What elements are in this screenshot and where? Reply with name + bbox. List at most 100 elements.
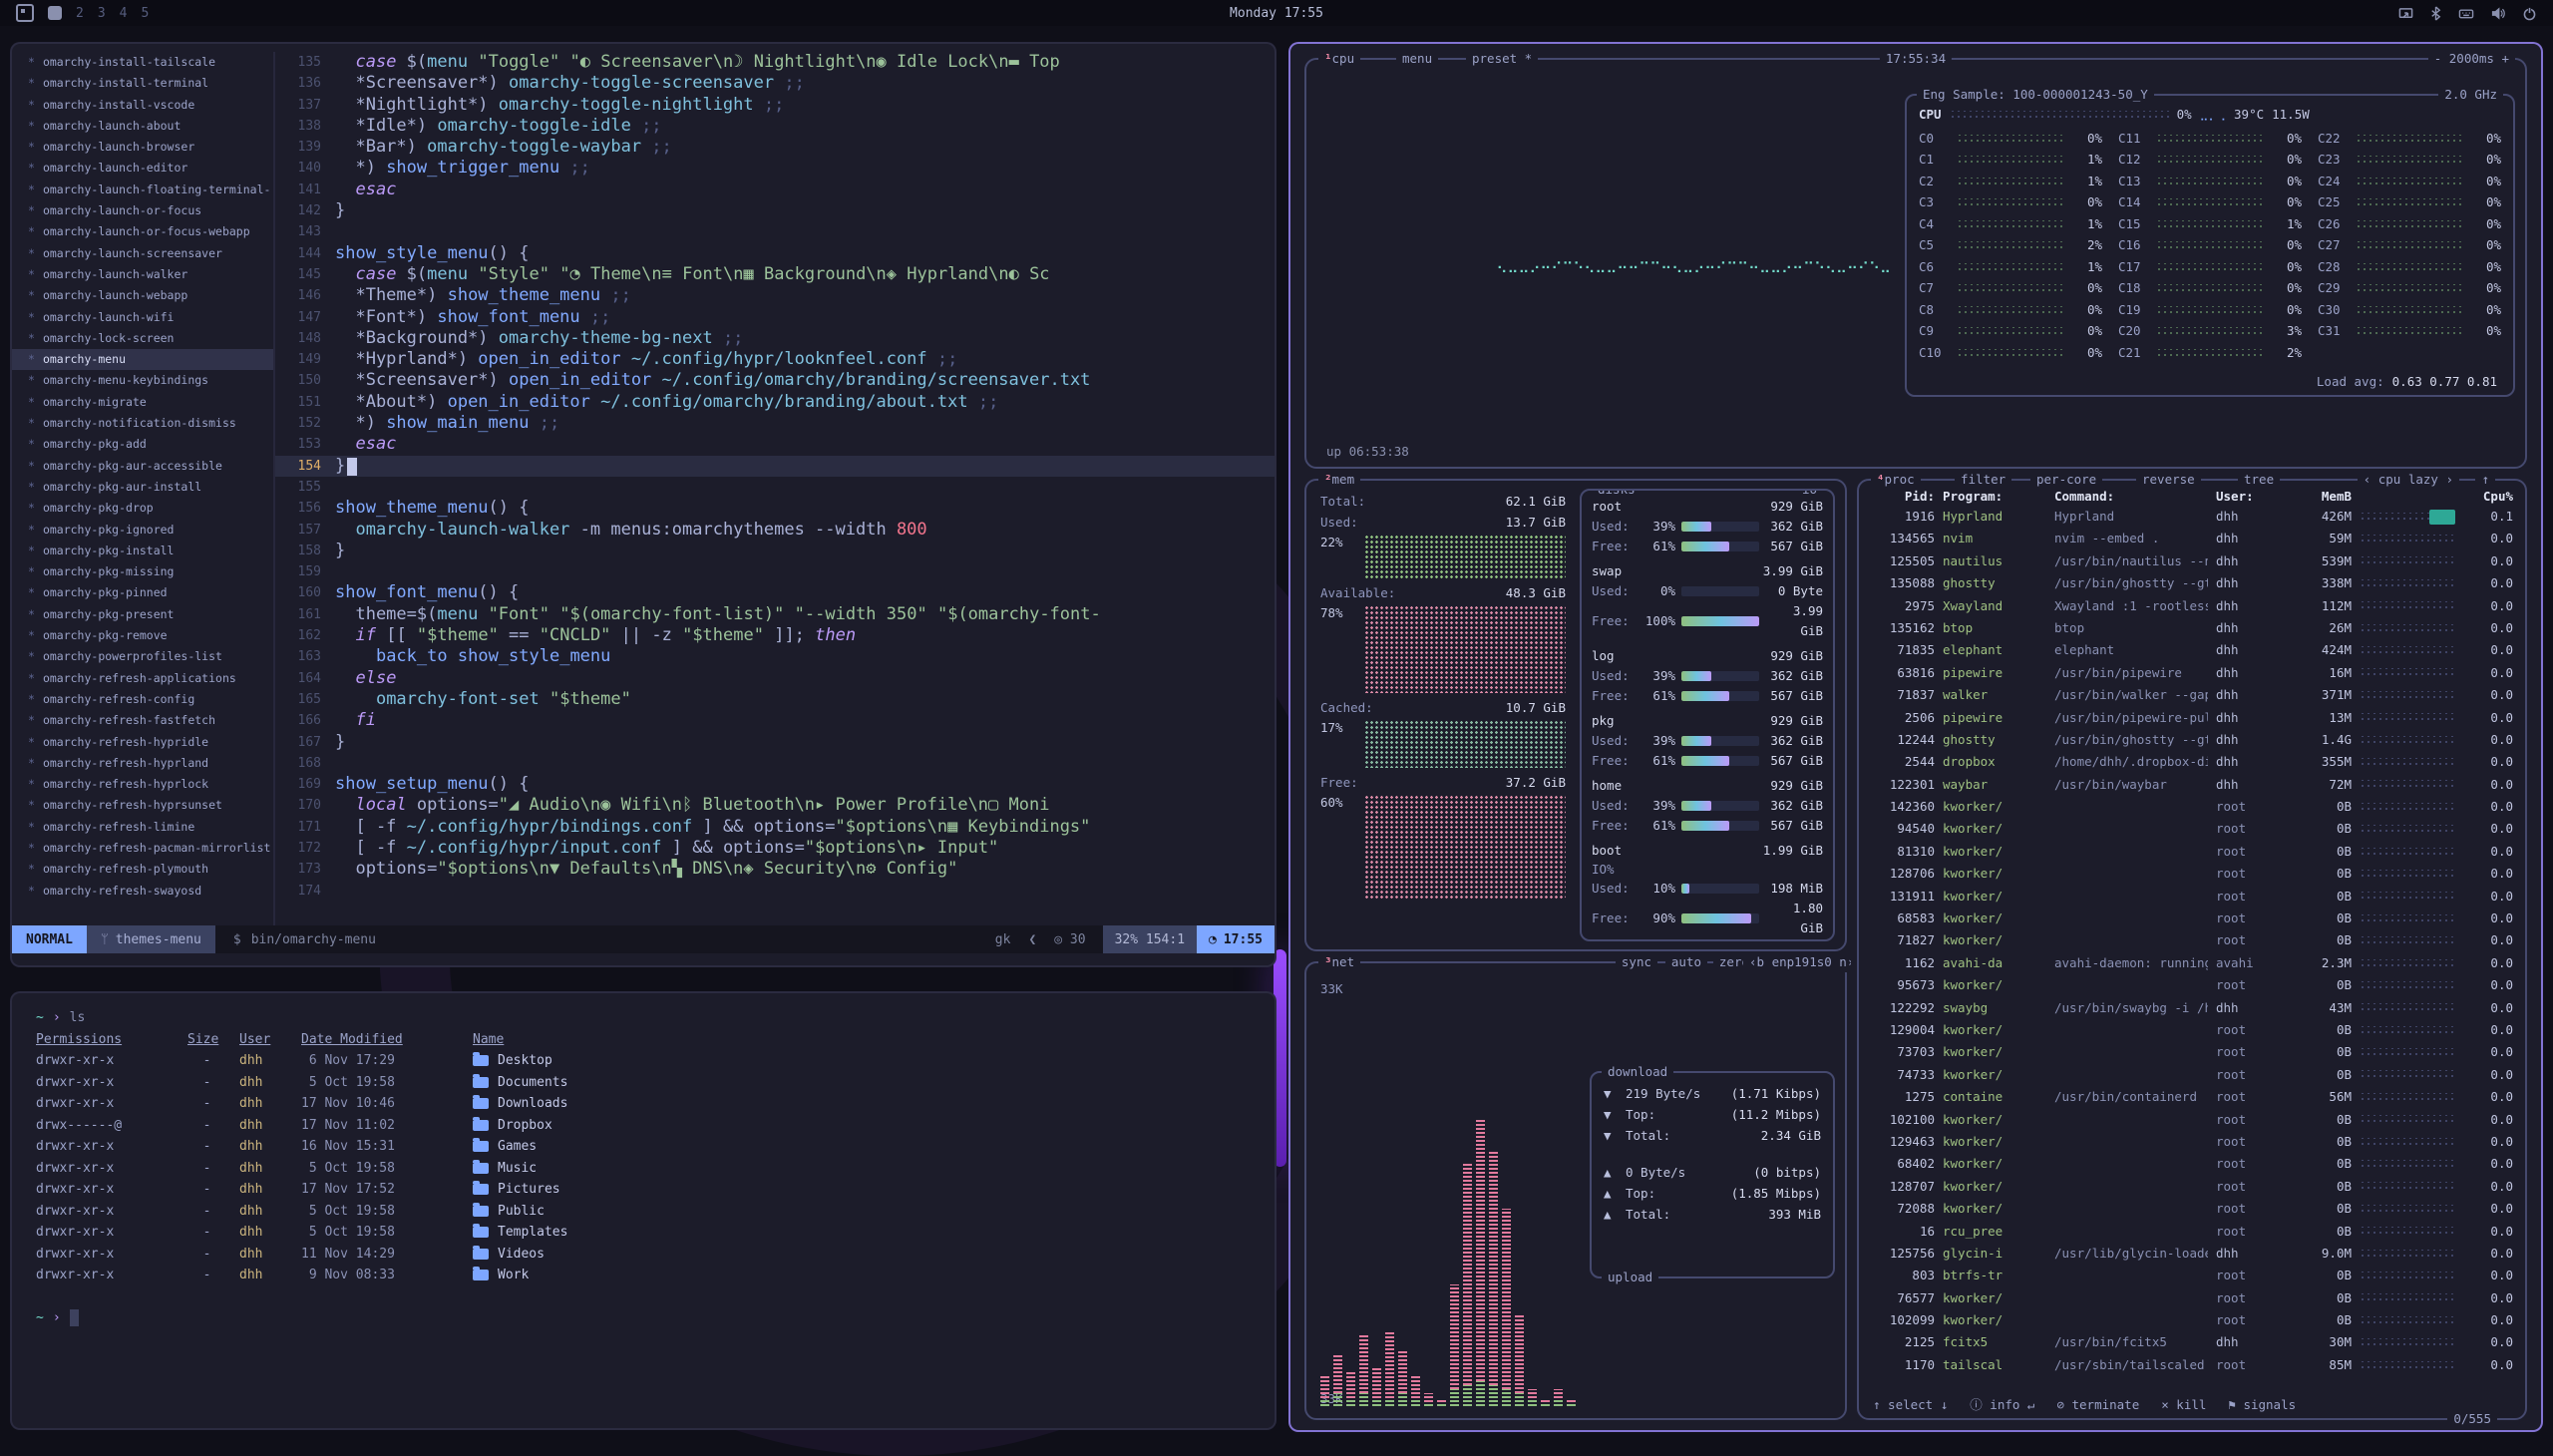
process-row[interactable]: 128707kworker/root0B0.0 (1871, 1176, 2513, 1198)
scroll-up-icon[interactable]: ↑ (2475, 470, 2495, 490)
process-row[interactable]: 1275containe/usr/bin/containerdroot56M0.… (1871, 1086, 2513, 1108)
clock-date[interactable]: Monday 17:55 (1230, 6, 1323, 21)
process-row[interactable]: 63816pipewire/usr/bin/pipewiredhh16M0.0 (1871, 662, 2513, 684)
file-list-item[interactable]: *omarchy-launch-or-focus-webapp (12, 221, 273, 242)
file-list-item[interactable]: *omarchy-pkg-pinned (12, 582, 273, 603)
net-sync-toggle[interactable]: sync (1616, 952, 1657, 972)
process-row[interactable]: 76577kworker/root0B0.0 (1871, 1287, 2513, 1309)
keyboard-icon[interactable] (2458, 6, 2474, 21)
process-row[interactable]: 81310kworker/root0B0.0 (1871, 841, 2513, 863)
filter-button[interactable]: filter (1955, 470, 2011, 490)
file-list-item[interactable]: *omarchy-launch-about (12, 116, 273, 137)
process-row[interactable]: 16rcu_preeroot0B0.0 (1871, 1221, 2513, 1243)
volume-icon[interactable] (2490, 6, 2506, 21)
workspace-2[interactable]: 2 (76, 6, 84, 21)
file-list-item[interactable]: *omarchy-launch-walker (12, 264, 273, 285)
file-list-item[interactable]: *omarchy-install-terminal (12, 73, 273, 94)
process-row[interactable]: 135088ghostty/usr/bin/ghostty --gtk-dhh3… (1871, 572, 2513, 594)
process-row[interactable]: 94540kworker/root0B0.0 (1871, 818, 2513, 840)
file-list-item[interactable]: *omarchy-menu-keybindings (12, 370, 273, 391)
file-list-item[interactable]: *omarchy-refresh-hyprland (12, 753, 273, 774)
code-editor-pane[interactable]: 135 case $(menu "Toggle" "◐ Screensaver\… (275, 52, 1275, 925)
file-list-item[interactable]: *omarchy-pkg-aur-accessible (12, 456, 273, 477)
process-row[interactable]: 12244ghostty/usr/bin/ghostty --gtk-dhh1.… (1871, 729, 2513, 751)
file-list-item[interactable]: *omarchy-powerprofiles-list (12, 646, 273, 667)
bluetooth-icon[interactable] (2429, 6, 2442, 21)
file-list-item[interactable]: *omarchy-refresh-hyprlock (12, 774, 273, 795)
kill-hint[interactable]: × kill (2161, 1394, 2206, 1416)
signals-hint[interactable]: ⚑ signals (2228, 1394, 2296, 1416)
file-list-item[interactable]: *omarchy-install-tailscale (12, 52, 273, 73)
file-list-item[interactable]: *omarchy-refresh-hypridle (12, 732, 273, 753)
process-row[interactable]: 134565nvimnvim --embed .dhh59M0.0 (1871, 528, 2513, 549)
file-explorer-pane[interactable]: *omarchy-install-tailscale*omarchy-insta… (12, 52, 273, 925)
file-list-item[interactable]: *omarchy-launch-screensaver (12, 243, 273, 264)
process-row[interactable]: 102099kworker/root0B0.0 (1871, 1309, 2513, 1331)
file-list-item[interactable]: *omarchy-pkg-install (12, 541, 273, 561)
file-list-item[interactable]: *omarchy-pkg-present (12, 604, 273, 625)
preset-button[interactable]: preset * (1466, 49, 1538, 69)
process-row[interactable]: 2506pipewire/usr/bin/pipewire-pulsedhh13… (1871, 707, 2513, 729)
mem-panel-title[interactable]: ²mem (1318, 470, 1360, 490)
file-list-item[interactable]: *omarchy-pkg-missing (12, 561, 273, 582)
file-list-item[interactable]: *omarchy-launch-webapp (12, 285, 273, 306)
file-list-item[interactable]: *omarchy-refresh-pacman-mirrorlist (12, 838, 273, 859)
file-list-item[interactable]: *omarchy-refresh-plymouth (12, 859, 273, 880)
process-row[interactable]: 129004kworker/root0B0.0 (1871, 1019, 2513, 1041)
workspace-4[interactable]: 4 (120, 6, 128, 21)
file-list-item[interactable]: *omarchy-refresh-fastfetch (12, 710, 273, 731)
disks-panel-title[interactable]: disks (1592, 489, 1641, 500)
file-list-item[interactable]: *omarchy-refresh-applications (12, 668, 273, 689)
process-row[interactable]: 2544dropbox/home/dhh/.dropbox-distdhh355… (1871, 751, 2513, 773)
net-panel-title[interactable]: ³net (1318, 952, 1360, 972)
process-row[interactable]: 803btrfs-trroot0B0.0 (1871, 1265, 2513, 1286)
power-icon[interactable] (2522, 6, 2537, 21)
process-row[interactable]: 128706kworker/root0B0.0 (1871, 863, 2513, 885)
process-row[interactable]: 95673kworker/root0B0.0 (1871, 974, 2513, 996)
info-hint[interactable]: ⓘ info ↵ (1970, 1394, 2034, 1416)
file-list-item[interactable]: *omarchy-refresh-config (12, 689, 273, 710)
terminate-hint[interactable]: ⊘ terminate (2056, 1394, 2139, 1416)
net-auto-toggle[interactable]: auto (1665, 952, 1707, 972)
process-row[interactable]: 102100kworker/root0B0.0 (1871, 1109, 2513, 1131)
workspace-3[interactable]: 3 (98, 6, 106, 21)
process-row[interactable]: 131911kworker/root0B0.0 (1871, 886, 2513, 908)
file-list-item[interactable]: *omarchy-launch-browser (12, 137, 273, 158)
io-toggle[interactable]: io (1796, 489, 1823, 500)
file-list-item[interactable]: *omarchy-refresh-swayosd (12, 881, 273, 902)
file-list-item[interactable]: *omarchy-refresh-limine (12, 817, 273, 838)
tree-toggle[interactable]: tree (2238, 470, 2280, 490)
process-row[interactable]: 71837walker/usr/bin/walker --gappldhh371… (1871, 684, 2513, 706)
process-table[interactable]: 1916HyprlandHyprlanddhh426M0.1134565nvim… (1859, 506, 2525, 1381)
process-row[interactable]: 2975XwaylandXwayland :1 -rootless -dhh11… (1871, 595, 2513, 617)
file-list-item[interactable]: *omarchy-pkg-ignored (12, 520, 273, 541)
terminal-prompt-line-2[interactable]: ~ › (36, 1307, 1251, 1329)
per-core-toggle[interactable]: per-core (2030, 470, 2102, 490)
sort-selector[interactable]: ‹ cpu lazy › (2358, 470, 2459, 490)
select-hint[interactable]: ↑ select ↓ (1873, 1394, 1948, 1416)
file-list-item[interactable]: *omarchy-pkg-remove (12, 625, 273, 646)
process-row[interactable]: 125505nautilus/usr/bin/nautilus --newdhh… (1871, 550, 2513, 572)
process-row[interactable]: 125756glycin-i/usr/lib/glycin-loadersdhh… (1871, 1243, 2513, 1265)
process-row[interactable]: 122292swaybg/usr/bin/swaybg -i /homdhh43… (1871, 997, 2513, 1019)
workspace-active-icon[interactable] (48, 6, 62, 20)
terminal-window[interactable]: ~ › ls PermissionsSizeUserDate ModifiedN… (12, 993, 1275, 1428)
process-row[interactable]: 1162avahi-daavahi-daemon: running [avahi… (1871, 952, 2513, 974)
file-list-item[interactable]: *omarchy-menu (12, 349, 273, 370)
menu-button[interactable]: menu (1396, 49, 1438, 69)
file-list-item[interactable]: *omarchy-notification-dismiss (12, 413, 273, 434)
file-list-item[interactable]: *omarchy-lock-screen (12, 328, 273, 349)
file-list-item[interactable]: *omarchy-refresh-hyprsunset (12, 795, 273, 816)
cpu-panel-title[interactable]: ¹cpu (1318, 49, 1360, 69)
file-list-item[interactable]: *omarchy-launch-editor (12, 158, 273, 179)
process-row[interactable]: 135162btopbtopdhh26M0.0 (1871, 617, 2513, 639)
process-row[interactable]: 74733kworker/root0B0.0 (1871, 1064, 2513, 1086)
file-list-item[interactable]: *omarchy-launch-wifi (12, 307, 273, 328)
process-row[interactable]: 68583kworker/root0B0.0 (1871, 908, 2513, 929)
process-row[interactable]: 1916HyprlandHyprlanddhh426M0.1 (1871, 506, 2513, 528)
process-row[interactable]: 2125fcitx5/usr/bin/fcitx5dhh30M0.0 (1871, 1331, 2513, 1353)
proc-panel-title[interactable]: ⁴proc (1871, 470, 1921, 490)
file-list-item[interactable]: *omarchy-launch-or-focus (12, 200, 273, 221)
file-list-item[interactable]: *omarchy-install-vscode (12, 95, 273, 116)
file-list-item[interactable]: *omarchy-pkg-drop (12, 498, 273, 519)
